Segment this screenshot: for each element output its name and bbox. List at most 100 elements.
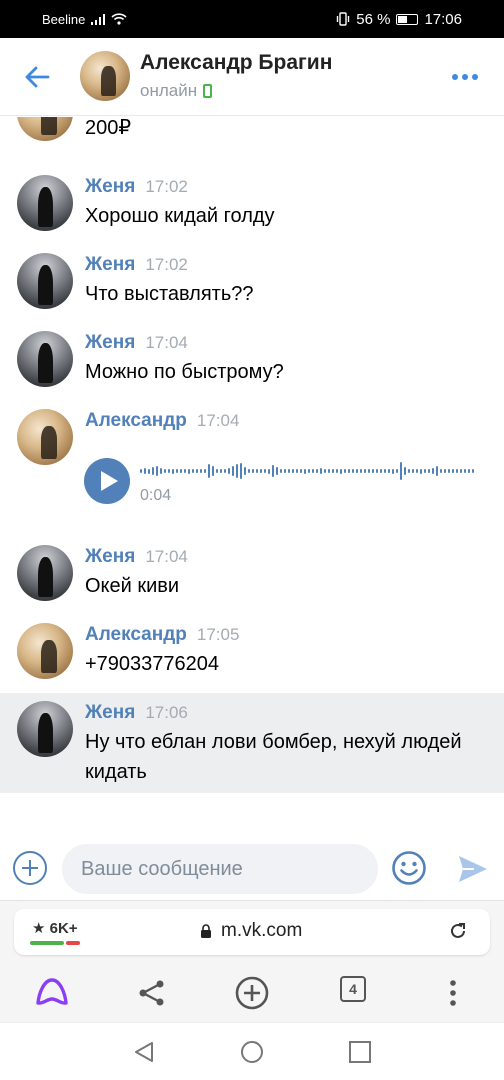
waveform-bar — [456, 469, 458, 473]
waveform-bar — [404, 467, 406, 475]
avatar — [17, 117, 73, 141]
waveform-bar — [308, 469, 310, 473]
waveform-bar — [200, 469, 202, 473]
author-name[interactable]: Женя 17:02 — [85, 254, 188, 276]
author-name[interactable]: Женя 17:02 — [85, 176, 188, 198]
status-label: онлайн — [140, 81, 198, 100]
message-text: Окей киви — [85, 575, 180, 597]
waveform-bar — [316, 469, 318, 473]
lock-icon — [201, 924, 211, 938]
message-text: Хорошо кидай голду — [85, 205, 275, 227]
waveform-bar — [208, 464, 210, 478]
message-item: Женя 17:02 Что выставлять?? — [0, 245, 504, 323]
message-input[interactable]: Ваше сообщение — [62, 844, 378, 894]
message-text: +79033776204 — [85, 653, 220, 675]
voice-waveform[interactable] — [140, 456, 476, 486]
message-text: Можно по быстрому? — [85, 361, 284, 383]
avatar — [17, 331, 73, 387]
waveform-bar — [236, 464, 238, 478]
vibrate-icon — [337, 12, 350, 26]
waveform-bar — [204, 469, 206, 473]
back-arrow-icon[interactable] — [22, 62, 52, 92]
author-name[interactable]: Женя 17:06 — [85, 702, 188, 724]
waveform-bar — [272, 465, 274, 477]
alice-assistant-icon[interactable] — [34, 975, 70, 1011]
waveform-bar — [420, 468, 422, 474]
nav-home-icon[interactable] — [240, 1040, 264, 1064]
address-bar[interactable]: ★ 6K+ m.vk.com — [14, 909, 490, 955]
waveform-bar — [292, 469, 294, 473]
author-name[interactable]: Александр 17:04 — [85, 410, 239, 432]
carrier-label: Beeline — [42, 11, 86, 27]
menu-dots-icon[interactable] — [435, 975, 471, 1011]
author-name[interactable]: Александр 17:05 — [85, 624, 239, 646]
waveform-bar — [364, 469, 366, 473]
waveform-bar — [312, 469, 314, 473]
nav-back-icon[interactable] — [132, 1040, 156, 1064]
avatar — [17, 253, 73, 309]
waveform-bar — [264, 469, 266, 473]
more-options-icon[interactable] — [452, 74, 478, 80]
waveform-bar — [368, 469, 370, 473]
share-icon[interactable] — [134, 975, 170, 1011]
browser-toolbar: 4 — [0, 967, 504, 1019]
voice-duration: 0:04 — [140, 487, 172, 504]
url-text[interactable]: m.vk.com — [221, 920, 302, 942]
emoji-icon[interactable] — [391, 850, 427, 886]
status-bar: Beeline 56 % 17:06 — [0, 0, 504, 38]
message-text: 200₽ — [85, 117, 132, 139]
browser-bar: ★ 6K+ m.vk.com 4 — [0, 900, 504, 1022]
contact-name[interactable]: Александр Брагин — [140, 51, 332, 75]
waveform-bar — [324, 469, 326, 473]
waveform-bar — [168, 469, 170, 473]
waveform-bar — [188, 468, 190, 474]
waveform-bar — [228, 468, 230, 474]
waveform-bar — [240, 463, 242, 479]
waveform-bar — [304, 468, 306, 474]
message-text: Что выставлять?? — [85, 283, 254, 305]
waveform-bar — [156, 466, 158, 476]
waveform-bar — [244, 467, 246, 475]
screen: Beeline 56 % 17:06 Александр Брагин онла… — [0, 0, 504, 1080]
waveform-bar — [140, 469, 142, 473]
waveform-bar — [412, 469, 414, 473]
message-item: 200₽ — [0, 117, 504, 157]
author-name[interactable]: Женя 17:04 — [85, 332, 188, 354]
message-list: 200₽ Женя 17:02 Хорошо кидай голду Женя 17… — [0, 117, 504, 837]
waveform-bar — [436, 466, 438, 476]
wifi-icon — [111, 13, 127, 25]
reload-icon[interactable] — [448, 921, 468, 941]
contact-avatar[interactable] — [80, 51, 130, 101]
tabs-counter[interactable]: 4 — [340, 976, 366, 1002]
message-time: 17:04 — [196, 411, 240, 430]
contact-status: онлайн — [140, 81, 213, 101]
waveform-bar — [348, 469, 350, 473]
message-item-highlighted: Женя 17:06 Ну что еблан лови бомбер, неху… — [0, 693, 504, 793]
send-icon[interactable] — [456, 852, 490, 886]
chat-header: Александр Брагин онлайн — [0, 38, 504, 116]
waveform-bar — [180, 469, 182, 473]
karma-badge[interactable]: ★ 6K+ — [32, 919, 78, 937]
message-item: Женя 17:02 Хорошо кидай голду — [0, 167, 504, 245]
waveform-bar — [164, 469, 166, 473]
waveform-bar — [340, 468, 342, 474]
waveform-bar — [224, 469, 226, 473]
battery-percent: 56 % — [356, 10, 391, 28]
author-name[interactable]: Женя 17:04 — [85, 546, 188, 568]
avatar — [17, 701, 73, 757]
waveform-bar — [408, 469, 410, 473]
karma-progress — [30, 941, 80, 945]
attach-plus-icon[interactable] — [13, 851, 47, 885]
waveform-bar — [472, 469, 474, 473]
message-time: 17:02 — [145, 255, 188, 274]
new-tab-plus-icon[interactable] — [234, 975, 270, 1011]
composer: Ваше сообщение — [0, 838, 504, 900]
waveform-bar — [256, 469, 258, 473]
voice-play-button[interactable] — [84, 458, 130, 504]
battery-icon — [396, 13, 419, 25]
waveform-bar — [252, 469, 254, 473]
avatar — [17, 545, 73, 601]
nav-recents-icon[interactable] — [348, 1040, 372, 1064]
mobile-online-icon — [203, 84, 213, 98]
waveform-bar — [352, 469, 354, 473]
